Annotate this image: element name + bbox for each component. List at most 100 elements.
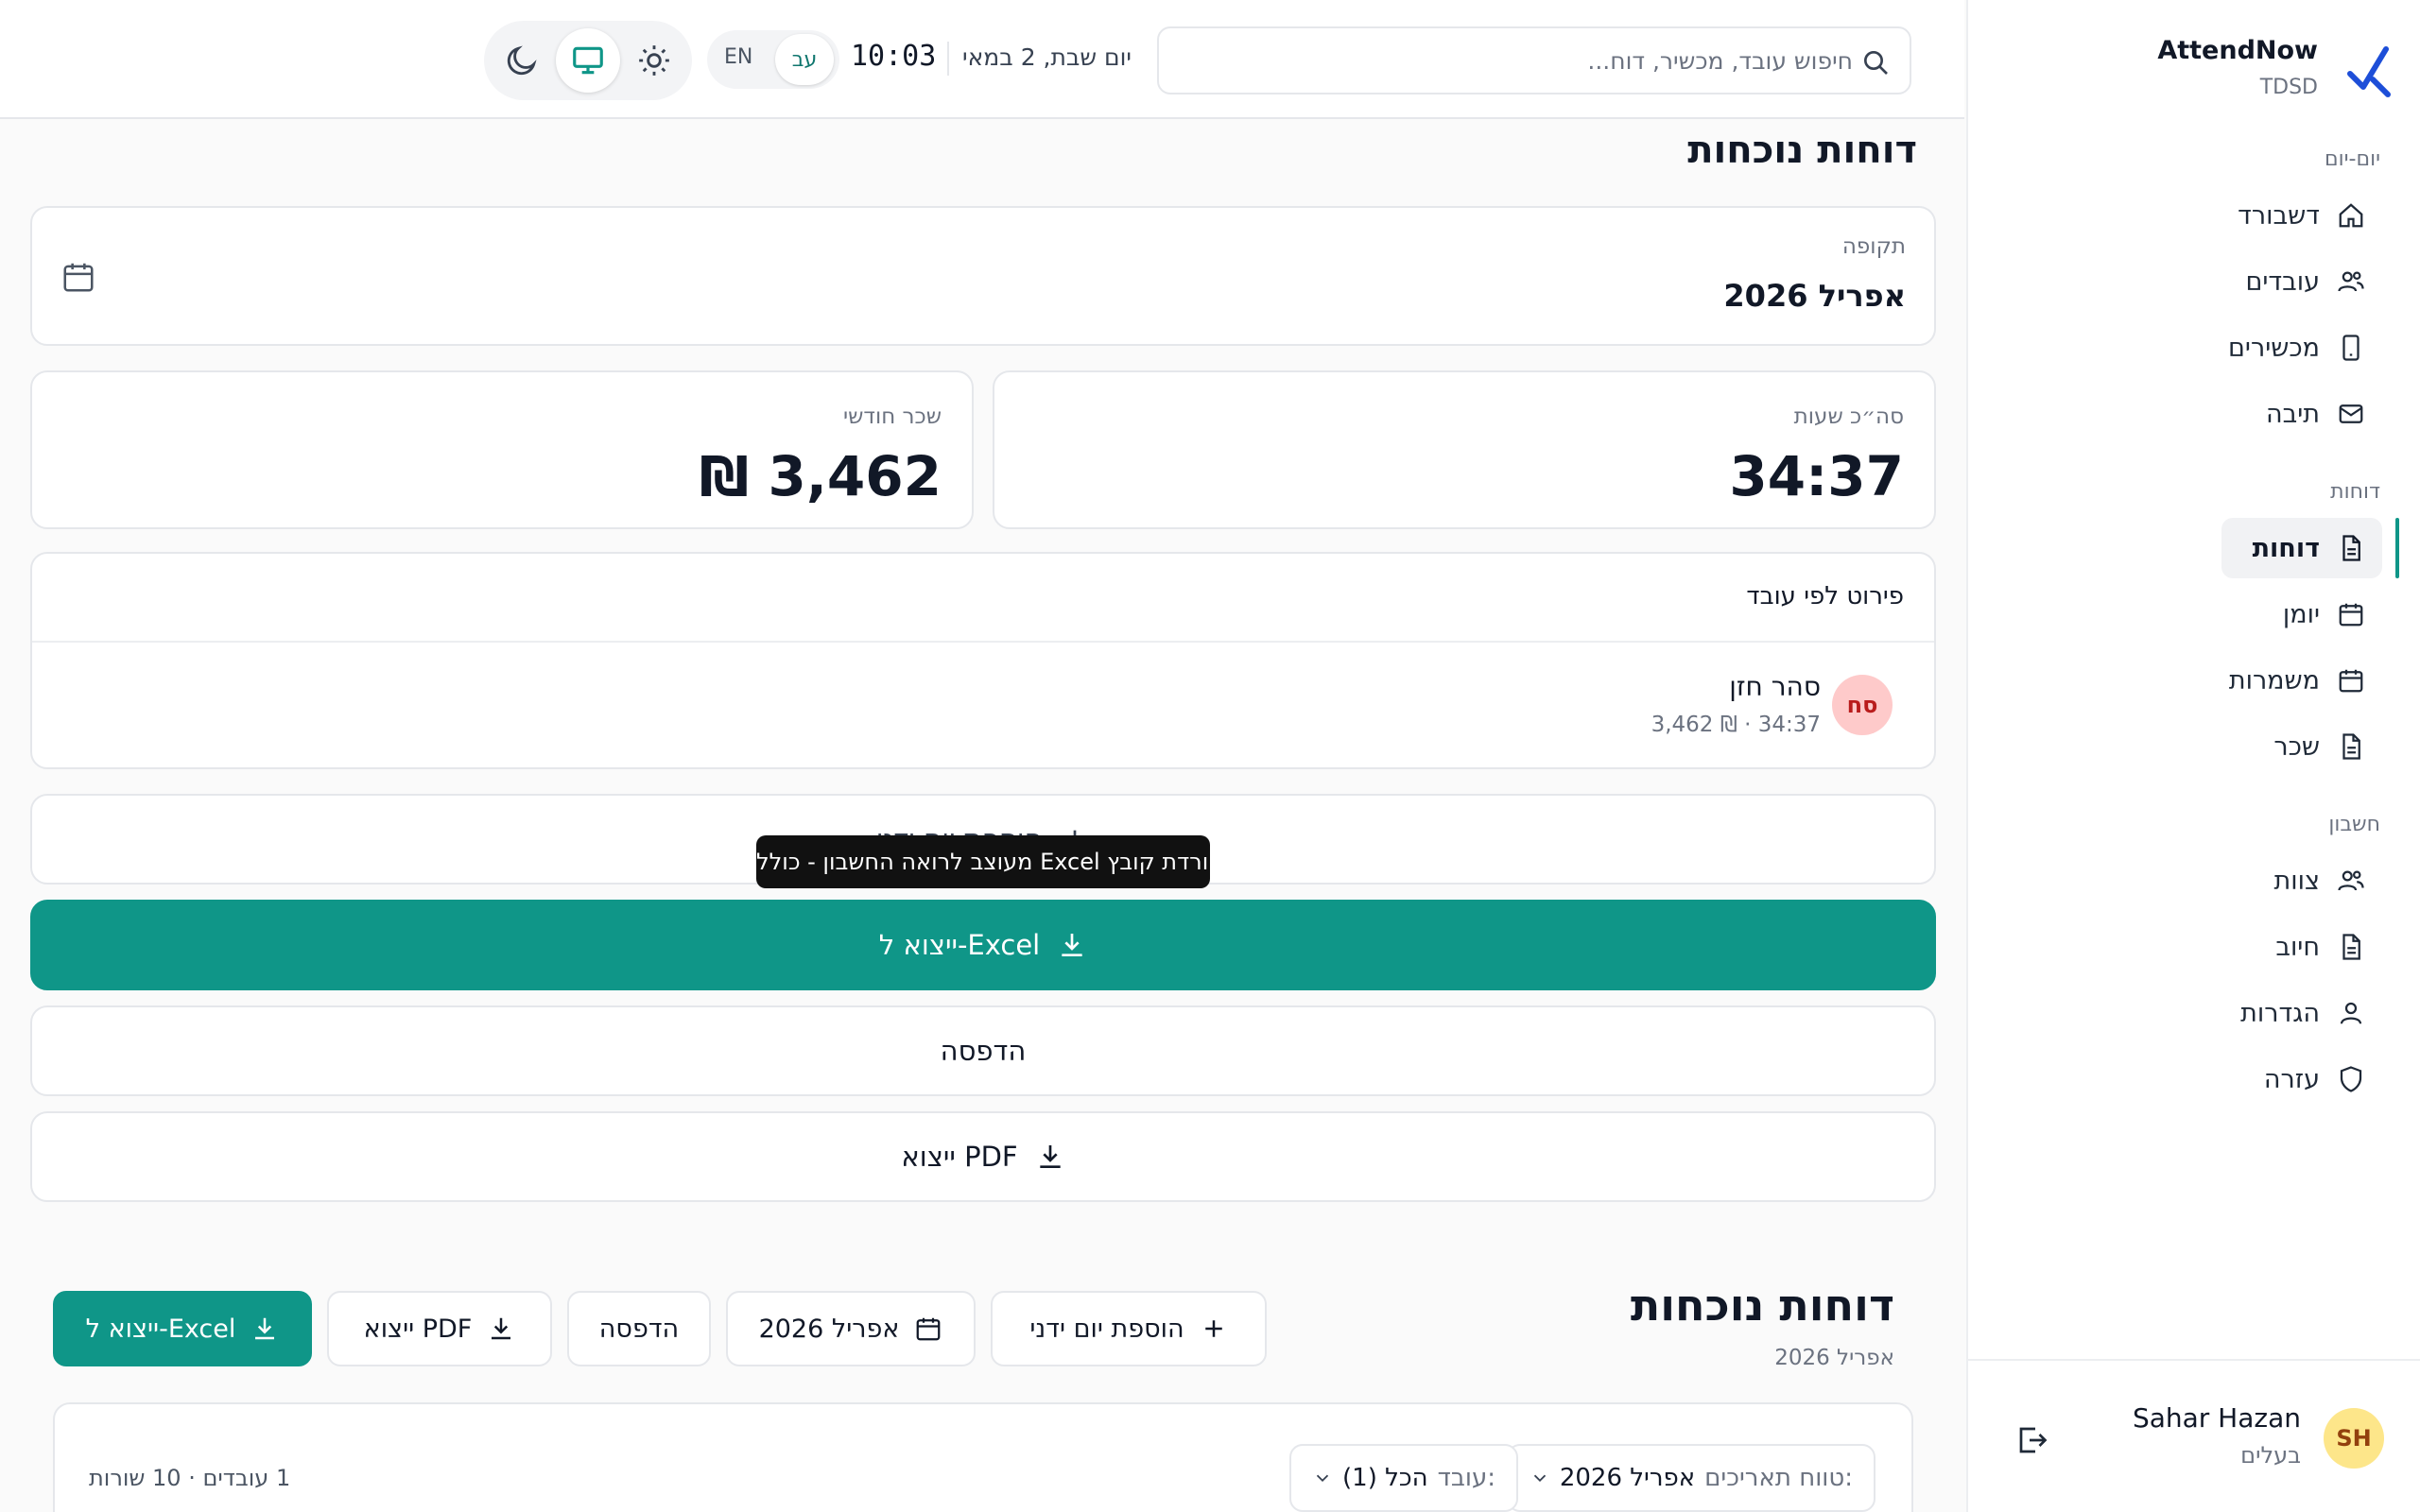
excel-tooltip: הורדת קובץ Excel מעוצב לרואה החשבון - כו…: [756, 835, 1210, 888]
total-hours-value: 34:37: [1729, 444, 1904, 508]
user-role: בעלים: [2240, 1442, 2301, 1469]
reports-header-subtitle: אפריל 2026: [1774, 1346, 1894, 1370]
monthly-salary-value: ₪ 3,462: [699, 444, 942, 508]
export-pdf-toolbar-label: ייצוא PDF: [363, 1314, 473, 1344]
sidebar-item-label: דשבורד: [2238, 200, 2320, 231]
employee-hours-salary: 34:37 · ₪ 3,462: [1651, 713, 1821, 737]
search-box[interactable]: [1157, 26, 1911, 94]
print-button[interactable]: הדפסה: [30, 1005, 1936, 1096]
brand-name: AttendNow: [2157, 36, 2318, 65]
theme-toggle: [484, 21, 692, 100]
sidebar-item-label: הגדרות: [2240, 998, 2320, 1028]
nav-section-daily: יום-יום: [2325, 147, 2380, 171]
device-icon: [2342, 335, 2360, 361]
user-avatar[interactable]: SH: [2324, 1408, 2384, 1469]
sidebar-item-shifts[interactable]: משמרות: [2221, 650, 2382, 711]
monthly-salary-label: שכר חודשי: [842, 404, 942, 429]
user-panel: SH Sahar Hazan בעלים: [1968, 1359, 2420, 1512]
brand-subtitle: TDSD: [2259, 76, 2318, 99]
logout-icon[interactable]: [2015, 1423, 2049, 1457]
sidebar-item-label: עזרה: [2263, 1064, 2320, 1094]
sidebar-item-label: חיוב: [2275, 932, 2320, 962]
sidebar-item-label: יומן: [2282, 599, 2320, 629]
monitor-icon: [573, 46, 603, 75]
sidebar-item-devices[interactable]: מכשירים: [2221, 318, 2382, 378]
total-hours-card: סה״כ שעות 34:37: [993, 370, 1936, 529]
search-input[interactable]: [1191, 40, 1853, 81]
period-picker-label: אפריל 2026: [758, 1314, 900, 1344]
sidebar-item-settings[interactable]: הגדרות: [2221, 983, 2382, 1043]
breakdown-title: פירוט לפי עובד: [1746, 582, 1904, 610]
page-title: דוחות נוכחות: [1687, 129, 1917, 172]
add-manual-day-toolbar-label: הוספת יום ידני: [1029, 1314, 1184, 1344]
print-label: הדפסה: [940, 1035, 1027, 1067]
theme-system-button[interactable]: [556, 28, 620, 93]
sidebar-item-employees[interactable]: עובדים: [2221, 251, 2382, 312]
sidebar-item-payroll[interactable]: שכר: [2221, 716, 2382, 777]
user-name: Sahar Hazan: [2132, 1402, 2301, 1434]
language-toggle: EN עב: [707, 30, 839, 89]
date-range-filter[interactable]: טווח תאריכים: אפריל 2026: [1506, 1444, 1876, 1512]
export-excel-label: ייצוא ל-Excel: [878, 929, 1041, 961]
export-pdf-toolbar-button[interactable]: ייצוא PDF: [327, 1291, 552, 1366]
sidebar-item-team[interactable]: צוות: [2221, 850, 2382, 911]
mail-icon: [2339, 404, 2363, 423]
period-picker-button[interactable]: אפריל 2026: [726, 1291, 976, 1366]
employee-filter-value: הכל (1): [1342, 1464, 1428, 1492]
users-icon: [2338, 870, 2364, 891]
add-manual-day-toolbar-button[interactable]: הוספת יום ידני: [991, 1291, 1267, 1366]
sidebar-item-label: דוחות: [2252, 533, 2320, 563]
period-card[interactable]: תקופה אפריל 2026: [30, 206, 1936, 346]
sidebar-item-inbox[interactable]: תיבה: [2221, 384, 2382, 444]
file-icon: [2342, 535, 2360, 561]
total-hours-label: סה״כ שעות: [1793, 404, 1904, 429]
monthly-salary-card: שכר חודשי ₪ 3,462: [30, 370, 974, 529]
employee-breakdown-card: פירוט לפי עובד סח סהר חזן 34:37 · ₪ 3,46…: [30, 552, 1936, 769]
sidebar-item-label: מכשירים: [2228, 333, 2320, 363]
calendar-icon[interactable]: [60, 259, 96, 295]
sidebar-item-label: שכר: [2273, 731, 2320, 762]
period-label: תקופה: [1841, 234, 1906, 259]
sidebar: AttendNow TDSD יום-יום דשבורד עובדים מכש…: [1966, 0, 2420, 1512]
current-time: 10:03: [851, 40, 937, 73]
export-excel-button[interactable]: ייצוא ל-Excel: [30, 900, 1936, 990]
employee-filter-label: עובד:: [1437, 1464, 1495, 1492]
chevron-down-icon: [1316, 1474, 1329, 1483]
sidebar-item-billing[interactable]: חיוב: [2221, 917, 2382, 977]
export-excel-toolbar-button[interactable]: ייצוא ל-Excel: [53, 1291, 312, 1366]
current-date: יום שבת, 2 במאי: [962, 43, 1132, 71]
sun-icon: [639, 45, 669, 76]
theme-dark-button[interactable]: [490, 28, 554, 93]
divider: [947, 42, 949, 76]
row-count: 1 עובדים · 10 שורות: [89, 1465, 291, 1491]
export-pdf-label: ייצוא PDF: [901, 1141, 1018, 1173]
download-icon: [1062, 934, 1082, 956]
brand[interactable]: AttendNow TDSD: [2146, 32, 2392, 108]
download-icon: [1039, 1145, 1061, 1168]
employee-filter[interactable]: עובד: הכל (1): [1289, 1444, 1518, 1512]
sidebar-item-label: עובדים: [2245, 266, 2320, 297]
report-table-card: טווח תאריכים: אפריל 2026 עובד: הכל (1) 1…: [53, 1402, 1913, 1512]
nav-section-account: חשבון: [2328, 813, 2380, 836]
sidebar-item-help[interactable]: עזרה: [2221, 1049, 2382, 1109]
sidebar-item-calendar[interactable]: יומן: [2221, 584, 2382, 644]
lang-en-option[interactable]: EN: [724, 45, 752, 69]
sidebar-item-label: תיבה: [2265, 399, 2320, 429]
lang-he-option[interactable]: עב: [775, 34, 834, 85]
sidebar-item-dashboard[interactable]: דשבורד: [2221, 185, 2382, 246]
theme-light-button[interactable]: [622, 28, 686, 93]
export-pdf-button[interactable]: ייצוא PDF: [30, 1111, 1936, 1202]
divider: [32, 641, 1934, 643]
calendar-icon: [2339, 669, 2363, 693]
moon-icon: [507, 45, 537, 76]
download-icon: [492, 1317, 511, 1340]
sidebar-item-reports[interactable]: דוחות: [2221, 518, 2382, 578]
file-icon: [2342, 733, 2360, 760]
calendar-icon: [2339, 603, 2363, 627]
top-bar: יום שבת, 2 במאי 10:03 EN עב: [0, 0, 1964, 119]
reports-header-title: דוחות נוכחות: [1630, 1280, 1894, 1331]
file-icon: [2342, 934, 2360, 960]
home-icon: [2339, 203, 2363, 228]
employee-avatar: סח: [1832, 675, 1893, 735]
print-toolbar-button[interactable]: הדפסה: [567, 1291, 711, 1366]
